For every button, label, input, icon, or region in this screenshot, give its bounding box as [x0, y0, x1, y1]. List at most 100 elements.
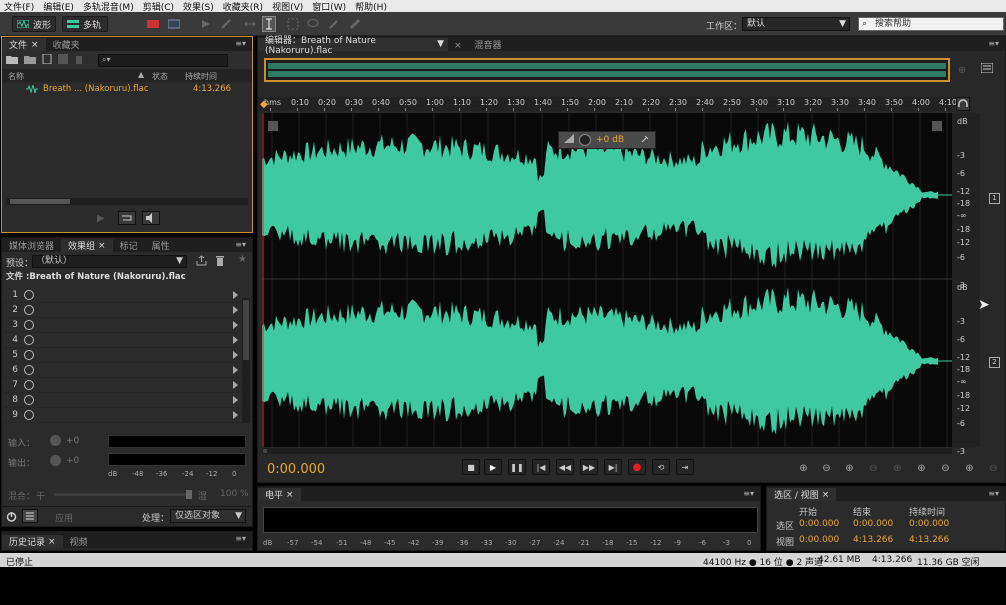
pause-button[interactable]: ❚❚	[508, 459, 526, 475]
view-start[interactable]: 0:00.000	[799, 535, 839, 545]
gain-knob[interactable]	[579, 134, 591, 146]
effects-scrollbar[interactable]	[242, 298, 250, 423]
waveform-display[interactable]: +0 dB	[262, 113, 952, 447]
close-icon[interactable]: ×	[286, 490, 294, 500]
chevron-down-icon[interactable]: ▼	[437, 39, 444, 49]
overview-navigator[interactable]	[264, 58, 950, 82]
tab-properties[interactable]: 属性	[145, 239, 177, 252]
waveform-view-button[interactable]: 波形	[12, 16, 56, 32]
power-icon[interactable]	[6, 511, 17, 525]
tab-files[interactable]: 文件 ×	[2, 38, 46, 51]
view-end[interactable]: 4:13.266	[853, 535, 893, 545]
tab-media-browser[interactable]: 媒体浏览器	[2, 239, 61, 252]
zoom-out-time-icon[interactable]: ⊖	[938, 462, 953, 475]
effect-slot-name[interactable]	[38, 289, 233, 302]
slot-menu-arrow-icon[interactable]	[233, 336, 238, 344]
effect-slot[interactable]: 3	[4, 318, 242, 333]
menu-effects[interactable]: 效果(S)	[183, 0, 214, 13]
favorite-icon[interactable]: ★	[238, 254, 247, 265]
zoom-to-selection-icon[interactable]: ⊕	[914, 462, 929, 475]
close-icon[interactable]: ×	[48, 537, 56, 547]
zoom-in-left-icon[interactable]: ⊕	[890, 462, 905, 475]
effect-slot[interactable]: 1	[4, 288, 242, 303]
power-icon[interactable]	[24, 395, 34, 405]
zoom-full-icon[interactable]: ⊕	[962, 462, 977, 475]
menu-edit[interactable]: 编辑(E)	[43, 0, 74, 13]
time-ruler[interactable]: hms 0:10 0:20 0:30 0:40 0:50 1:00 1:10 1:20 1:30 1…	[258, 97, 957, 111]
marquee-tool-icon[interactable]	[287, 18, 299, 30]
tab-favorites[interactable]: 收藏夹	[46, 38, 87, 51]
channel-toggle-icon[interactable]	[268, 121, 278, 131]
effect-slot-name[interactable]	[38, 349, 233, 362]
insert-icon[interactable]	[58, 53, 68, 67]
menu-favorites[interactable]: 收藏夹(R)	[223, 0, 263, 13]
stop-button[interactable]: ■	[462, 459, 480, 475]
tab-mixer[interactable]: 混音器	[468, 38, 509, 51]
display-options-icon[interactable]	[980, 62, 994, 76]
loop-icon[interactable]	[118, 211, 136, 225]
effect-slot[interactable]: 5	[4, 348, 242, 363]
slot-menu-arrow-icon[interactable]	[233, 306, 238, 314]
new-file-icon[interactable]	[42, 53, 52, 67]
pitch-display-icon[interactable]	[167, 18, 181, 30]
slot-menu-arrow-icon[interactable]	[233, 411, 238, 419]
menu-help[interactable]: 帮助(H)	[355, 0, 387, 13]
horizontal-scrollbar[interactable]	[262, 448, 952, 454]
tab-selection-view[interactable]: 选区 / 视图 ×	[767, 488, 837, 501]
channel-toggle-icon[interactable]	[932, 121, 942, 131]
menu-clip[interactable]: 剪辑(C)	[143, 0, 174, 13]
delete-icon[interactable]	[74, 54, 84, 67]
input-gain-knob[interactable]	[50, 435, 61, 446]
zoom-overview-icon[interactable]: ⊕	[958, 65, 966, 76]
slot-menu-arrow-icon[interactable]	[233, 291, 238, 299]
play-button[interactable]: ▶	[484, 459, 502, 475]
zoom-in-time-icon[interactable]: ⊕	[842, 462, 857, 475]
razor-tool-icon[interactable]	[220, 18, 232, 30]
menu-window[interactable]: 窗口(W)	[312, 0, 346, 13]
selection-end[interactable]: 0:00.000	[853, 519, 893, 529]
time-selection-tool-icon[interactable]	[262, 16, 276, 32]
tab-effects-rack[interactable]: 效果组 ×	[61, 239, 113, 252]
record-button[interactable]: ●	[628, 459, 646, 475]
mix-slider[interactable]	[54, 490, 192, 499]
effect-slot-name[interactable]	[38, 319, 233, 332]
column-status[interactable]: 状态	[152, 71, 168, 82]
play-icon[interactable]: ▶	[97, 213, 105, 224]
slot-menu-arrow-icon[interactable]	[233, 396, 238, 404]
panel-menu-icon[interactable]: ≡▾	[988, 39, 999, 48]
panel-menu-icon[interactable]: ≡▾	[988, 489, 999, 498]
slip-tool-icon[interactable]	[244, 18, 256, 30]
open-file-icon[interactable]	[6, 54, 18, 67]
effect-slot[interactable]: 2	[4, 303, 242, 318]
tab-history[interactable]: 历史记录 ×	[2, 535, 63, 548]
panel-menu-icon[interactable]: ≡▾	[235, 534, 246, 543]
close-icon[interactable]: ×	[822, 490, 830, 500]
menu-view[interactable]: 视图(V)	[272, 0, 303, 13]
zoom-out-amplitude-icon[interactable]: ⊖	[819, 462, 834, 475]
effect-slot[interactable]: 6	[4, 363, 242, 378]
panel-menu-icon[interactable]: ≡▾	[235, 39, 246, 48]
multitrack-view-button[interactable]: 多轨	[62, 16, 108, 32]
amplitude-scale[interactable]: dB -3 -6 -12 -18 -∞ -18 -12 -6 -3 dB -3 -6 -12 -18 -∞ -1…	[952, 113, 980, 456]
search-help-input[interactable]: ⌕ 搜索帮助	[858, 17, 1004, 31]
slot-menu-arrow-icon[interactable]	[233, 351, 238, 359]
go-to-end-button[interactable]: ▶|	[604, 459, 622, 475]
import-file-icon[interactable]	[24, 54, 36, 67]
close-icon[interactable]: ×	[98, 241, 106, 251]
panel-menu-icon[interactable]: ≡▾	[743, 489, 754, 498]
brush-tool-icon[interactable]	[328, 18, 340, 30]
power-icon[interactable]	[24, 365, 34, 375]
selection-duration[interactable]: 0:00.000	[909, 519, 949, 529]
power-icon[interactable]	[24, 350, 34, 360]
slot-menu-arrow-icon[interactable]	[233, 321, 238, 329]
effect-slot[interactable]: 7	[4, 378, 242, 393]
current-time-display[interactable]: 0:00.000	[267, 462, 325, 477]
effect-slot-name[interactable]	[38, 334, 233, 347]
effect-slot-name[interactable]	[38, 394, 233, 407]
effect-slot-name[interactable]	[38, 364, 233, 377]
loop-button[interactable]: ⟲	[652, 459, 670, 475]
zoom-out-full-icon[interactable]: ⊖	[866, 462, 881, 475]
effect-slot[interactable]: 9	[4, 408, 242, 423]
apply-button[interactable]: 应用	[55, 511, 73, 524]
hud-gain-control[interactable]: +0 dB	[558, 131, 656, 149]
